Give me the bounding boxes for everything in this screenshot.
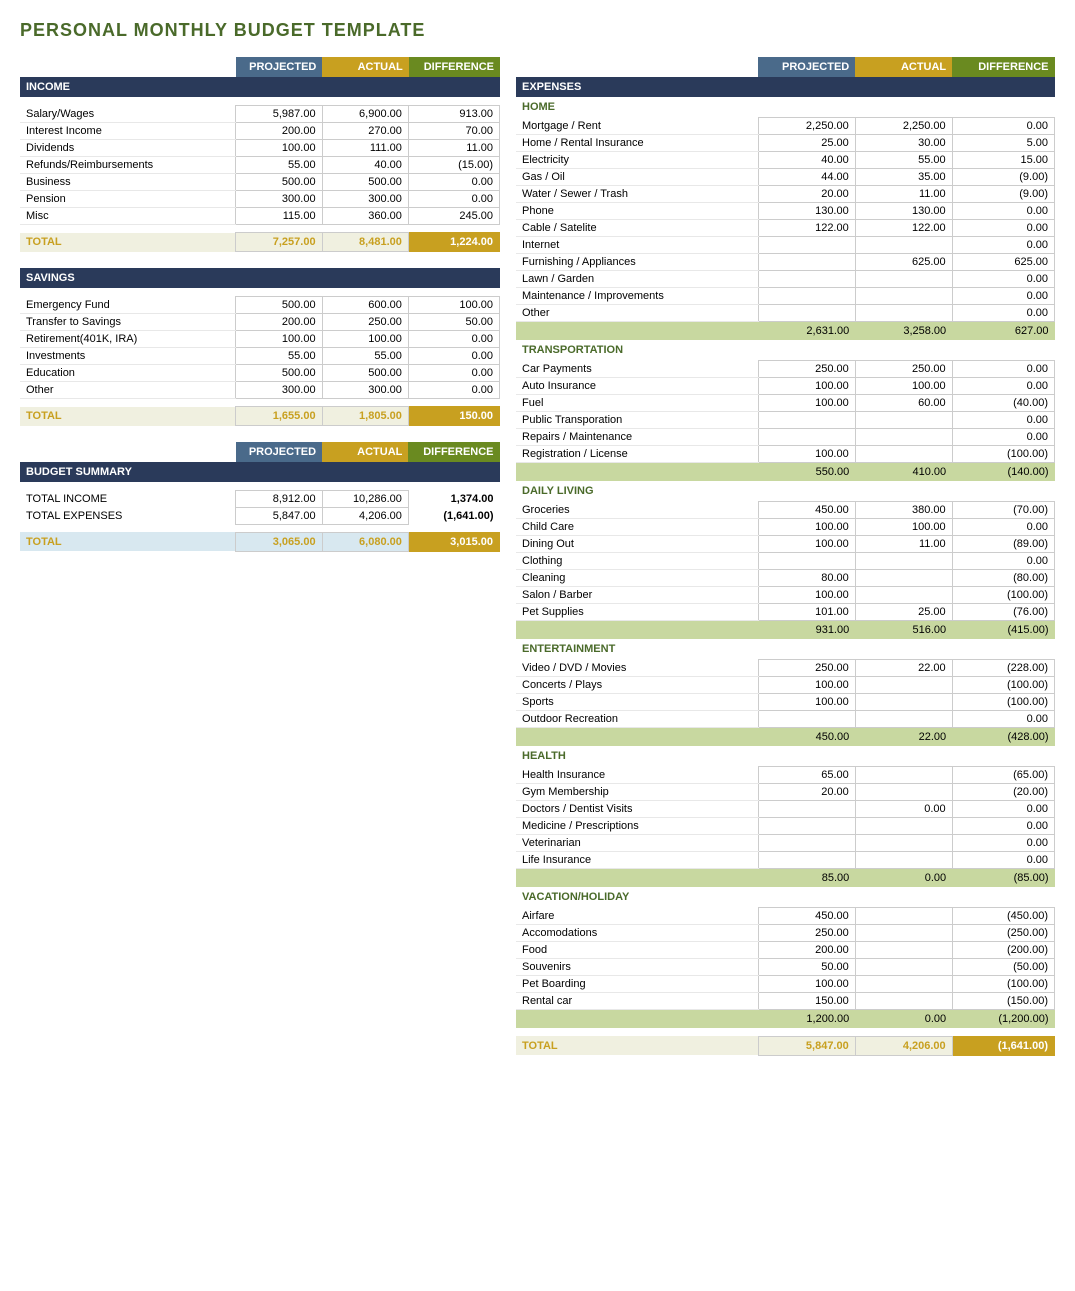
table-row: Retirement(401K, IRA) 100.00 100.00 0.00: [20, 331, 500, 348]
table-row: Airfare 450.00 (450.00): [516, 908, 1055, 925]
table-row: Refunds/Reimbursements 55.00 40.00 (15.0…: [20, 157, 500, 174]
exp-projected-header: PROJECTED: [758, 57, 855, 77]
category-header-row: HOME: [516, 97, 1055, 118]
table-row: Other 300.00 300.00 0.00: [20, 382, 500, 399]
table-row: Souvenirs 50.00 (50.00): [516, 959, 1055, 976]
table-row: Salary/Wages 5,987.00 6,900.00 913.00: [20, 106, 500, 123]
expenses-section-header: EXPENSES: [516, 77, 1055, 97]
subtotal-row: 2,631.00 3,258.00 627.00: [516, 322, 1055, 341]
table-row: Lawn / Garden 0.00: [516, 271, 1055, 288]
summary-label-header: [20, 442, 236, 462]
table-row: Food 200.00 (200.00): [516, 942, 1055, 959]
table-row: Sports 100.00 (100.00): [516, 694, 1055, 711]
table-row: Accomodations 250.00 (250.00): [516, 925, 1055, 942]
subtotal-row: 550.00 410.00 (140.00): [516, 463, 1055, 482]
table-row: Furnishing / Appliances 625.00 625.00: [516, 254, 1055, 271]
table-row: Transfer to Savings 200.00 250.00 50.00: [20, 314, 500, 331]
table-row: Education 500.00 500.00 0.00: [20, 365, 500, 382]
subtotal-row: 450.00 22.00 (428.00): [516, 728, 1055, 747]
table-row: Clothing 0.00: [516, 553, 1055, 570]
category-header-row: TRANSPORTATION: [516, 340, 1055, 361]
income-rows-table: Salary/Wages 5,987.00 6,900.00 913.00 In…: [20, 105, 500, 252]
table-row: Pet Boarding 100.00 (100.00): [516, 976, 1055, 993]
savings-section-header: SAVINGS: [20, 268, 500, 288]
table-row: Emergency Fund 500.00 600.00 100.00: [20, 297, 500, 314]
table-row: Investments 55.00 55.00 0.00: [20, 348, 500, 365]
table-row: Mortgage / Rent 2,250.00 2,250.00 0.00: [516, 118, 1055, 135]
table-row: Gas / Oil 44.00 35.00 (9.00): [516, 169, 1055, 186]
table-row: Rental car 150.00 (150.00): [516, 993, 1055, 1010]
table-row: Electricity 40.00 55.00 15.00: [516, 152, 1055, 169]
exp-difference-header: DIFFERENCE: [952, 57, 1054, 77]
table-row: Business 500.00 500.00 0.00: [20, 174, 500, 191]
table-row: Fuel 100.00 60.00 (40.00): [516, 395, 1055, 412]
left-panel: PROJECTED ACTUAL DIFFERENCE INCOME Salar…: [20, 57, 500, 552]
subtotal-row: 1,200.00 0.00 (1,200.00): [516, 1010, 1055, 1029]
subtotal-row: 931.00 516.00 (415.00): [516, 621, 1055, 640]
table-row: Pension 300.00 300.00 0.00: [20, 191, 500, 208]
total-row: TOTAL 7,257.00 8,481.00 1,224.00: [20, 233, 500, 252]
subtotal-row: 85.00 0.00 (85.00): [516, 869, 1055, 888]
table-row: Video / DVD / Movies 250.00 22.00 (228.0…: [516, 660, 1055, 677]
table-row: Dining Out 100.00 11.00 (89.00): [516, 536, 1055, 553]
table-row: Concerts / Plays 100.00 (100.00): [516, 677, 1055, 694]
table-row: Internet 0.00: [516, 237, 1055, 254]
table-row: Home / Rental Insurance 25.00 30.00 5.00: [516, 135, 1055, 152]
table-row: Public Transporation 0.00: [516, 412, 1055, 429]
exp-label-header: [516, 57, 758, 77]
table-row: Gym Membership 20.00 (20.00): [516, 784, 1055, 801]
savings-table: SAVINGS: [20, 268, 500, 296]
table-row: Maintenance / Improvements 0.00: [516, 288, 1055, 305]
table-row: Outdoor Recreation 0.00: [516, 711, 1055, 728]
table-row: Dividends 100.00 111.00 11.00: [20, 140, 500, 157]
summary-actual-header: ACTUAL: [322, 442, 408, 462]
summary-projected-header: PROJECTED: [236, 442, 322, 462]
table-row: Misc 115.00 360.00 245.00: [20, 208, 500, 225]
category-header-row: VACATION/HOLIDAY: [516, 887, 1055, 908]
right-panel: PROJECTED ACTUAL DIFFERENCE EXPENSES HOM…: [516, 57, 1055, 1056]
table-row: Car Payments 250.00 250.00 0.00: [516, 361, 1055, 378]
page-title: PERSONAL MONTHLY BUDGET TEMPLATE: [20, 20, 1055, 41]
income-difference-header: DIFFERENCE: [409, 57, 500, 77]
table-row: Medicine / Prescriptions 0.00: [516, 818, 1055, 835]
budget-summary-section-header: BUDGET SUMMARY: [20, 462, 500, 482]
table-row: Health Insurance 65.00 (65.00): [516, 767, 1055, 784]
table-row: Water / Sewer / Trash 20.00 11.00 (9.00): [516, 186, 1055, 203]
table-row: Phone 130.00 130.00 0.00: [516, 203, 1055, 220]
table-row: Cleaning 80.00 (80.00): [516, 570, 1055, 587]
income-projected-header: PROJECTED: [236, 57, 322, 77]
expenses-total-row: TOTAL 5,847.00 4,206.00 (1,641.00): [516, 1036, 1055, 1055]
table-row: Veterinarian 0.00: [516, 835, 1055, 852]
table-row: Salon / Barber 100.00 (100.00): [516, 587, 1055, 604]
table-row: Child Care 100.00 100.00 0.00: [516, 519, 1055, 536]
category-header-row: ENTERTAINMENT: [516, 639, 1055, 660]
income-section-header: INCOME: [20, 77, 500, 97]
summary-data-row: TOTAL INCOME 8,912.00 10,286.00 1,374.00: [20, 490, 500, 507]
income-actual-header: ACTUAL: [322, 57, 408, 77]
category-header-row: HEALTH: [516, 746, 1055, 767]
table-row: Registration / License 100.00 (100.00): [516, 446, 1055, 463]
budget-summary-table: PROJECTED ACTUAL DIFFERENCE BUDGET SUMMA…: [20, 442, 500, 552]
table-row: Other 0.00: [516, 305, 1055, 322]
expenses-table: PROJECTED ACTUAL DIFFERENCE EXPENSES HOM…: [516, 57, 1055, 1056]
table-row: Life Insurance 0.00: [516, 852, 1055, 869]
table-row: Pet Supplies 101.00 25.00 (76.00): [516, 604, 1055, 621]
table-row: Groceries 450.00 380.00 (70.00): [516, 502, 1055, 519]
table-row: Interest Income 200.00 270.00 70.00: [20, 123, 500, 140]
total-row: TOTAL 1,655.00 1,805.00 150.00: [20, 407, 500, 426]
table-row: Doctors / Dentist Visits 0.00 0.00: [516, 801, 1055, 818]
table-row: Cable / Satelite 122.00 122.00 0.00: [516, 220, 1055, 237]
table-row: Auto Insurance 100.00 100.00 0.00: [516, 378, 1055, 395]
category-header-row: DAILY LIVING: [516, 481, 1055, 502]
income-label-header: [20, 57, 236, 77]
savings-rows-table: Emergency Fund 500.00 600.00 100.00 Tran…: [20, 296, 500, 426]
summary-total-row: TOTAL 3,065.00 6,080.00 3,015.00: [20, 532, 500, 551]
summary-data-row: TOTAL EXPENSES 5,847.00 4,206.00 (1,641.…: [20, 507, 500, 524]
exp-actual-header: ACTUAL: [855, 57, 952, 77]
income-table: PROJECTED ACTUAL DIFFERENCE INCOME: [20, 57, 500, 105]
summary-difference-header: DIFFERENCE: [408, 442, 499, 462]
table-row: Repairs / Maintenance 0.00: [516, 429, 1055, 446]
